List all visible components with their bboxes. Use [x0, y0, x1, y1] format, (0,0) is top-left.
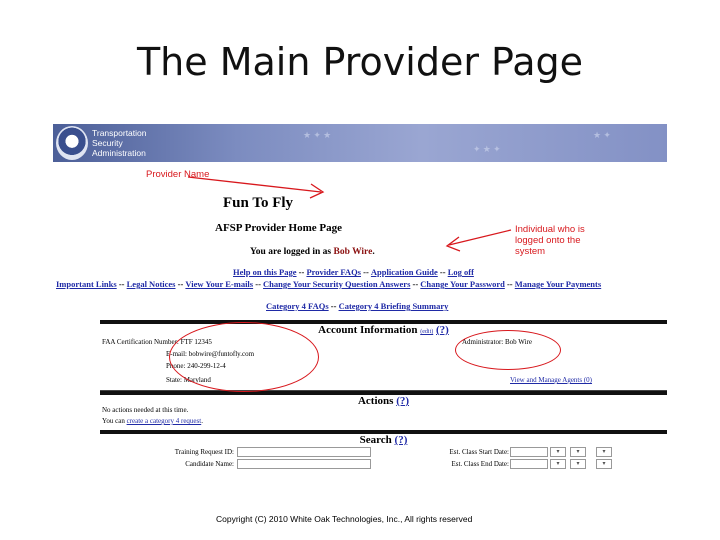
end-year-dropdown-icon[interactable]: ▾: [596, 459, 612, 469]
end-month-select[interactable]: [510, 459, 548, 469]
view-agents-link[interactable]: View and Manage Agents (0): [510, 376, 592, 384]
help-link[interactable]: Help on this Page: [233, 267, 297, 277]
start-month-select[interactable]: [510, 447, 548, 457]
search-panel: Search (?) Training Request ID: Candidat…: [100, 430, 667, 484]
start-month-dropdown-icon[interactable]: ▾: [550, 447, 566, 457]
slide-title: The Main Provider Page: [136, 40, 584, 84]
provider-faqs-link[interactable]: Provider FAQs: [306, 267, 361, 277]
highlight-ellipse-admin: [455, 330, 561, 370]
nav-row-primary: Help on this Page -- Provider FAQs -- Ap…: [233, 267, 474, 277]
user-name: Bob Wire: [333, 247, 373, 257]
log-off-link[interactable]: Log off: [448, 267, 474, 277]
copyright-footer: Copyright (C) 2010 White Oak Technologie…: [216, 514, 473, 524]
training-id-label: Training Request ID:: [174, 448, 234, 456]
create-request-link[interactable]: create a category 4 request: [127, 417, 202, 425]
start-year-dropdown-icon[interactable]: ▾: [596, 447, 612, 457]
search-body: Training Request ID: Candidate Name: Est…: [100, 444, 667, 484]
change-password-link[interactable]: Change Your Password: [420, 279, 505, 289]
manage-payments-link[interactable]: Manage Your Payments: [515, 279, 601, 289]
nav-row-category: Category 4 FAQs -- Category 4 Briefing S…: [266, 301, 449, 311]
training-id-input[interactable]: [237, 447, 371, 457]
create-request-line: You can create a category 4 request.: [102, 417, 203, 425]
category4-briefing-link[interactable]: Category 4 Briefing Summary: [339, 301, 449, 311]
logged-in-status: You are logged in as Bob Wire.: [250, 247, 375, 257]
actions-help-link[interactable]: (?): [396, 395, 409, 407]
important-links-link[interactable]: Important Links: [56, 279, 117, 289]
provider-name: Fun To Fly: [223, 195, 294, 211]
category4-faqs-link[interactable]: Category 4 FAQs: [266, 301, 329, 311]
screenshot-frame: Transportation Security Administration ★…: [53, 124, 667, 484]
highlight-ellipse-account: [169, 322, 319, 392]
security-questions-link[interactable]: Change Your Security Question Answers: [263, 279, 410, 289]
page-title: AFSP Provider Home Page: [215, 222, 342, 234]
end-day-dropdown-icon[interactable]: ▾: [570, 459, 586, 469]
actions-header: Actions (?): [100, 391, 667, 407]
account-header: Account Information (edit) (?): [100, 320, 667, 336]
search-header: Search (?): [100, 430, 667, 446]
start-date-label: Est. Class Start Date:: [449, 448, 510, 456]
candidate-name-label: Candidate Name:: [185, 460, 234, 468]
candidate-name-input[interactable]: [237, 459, 371, 469]
legal-notices-link[interactable]: Legal Notices: [127, 279, 176, 289]
application-guide-link[interactable]: Application Guide: [371, 267, 438, 277]
start-day-dropdown-icon[interactable]: ▾: [570, 447, 586, 457]
nav-row-secondary: Important Links -- Legal Notices -- View…: [56, 279, 602, 289]
end-date-label: Est. Class End Date:: [451, 460, 509, 468]
end-month-dropdown-icon[interactable]: ▾: [550, 459, 566, 469]
view-emails-link[interactable]: View Your E-mails: [185, 279, 253, 289]
actions-panel: Actions (?) No actions needed at this ti…: [100, 391, 667, 427]
